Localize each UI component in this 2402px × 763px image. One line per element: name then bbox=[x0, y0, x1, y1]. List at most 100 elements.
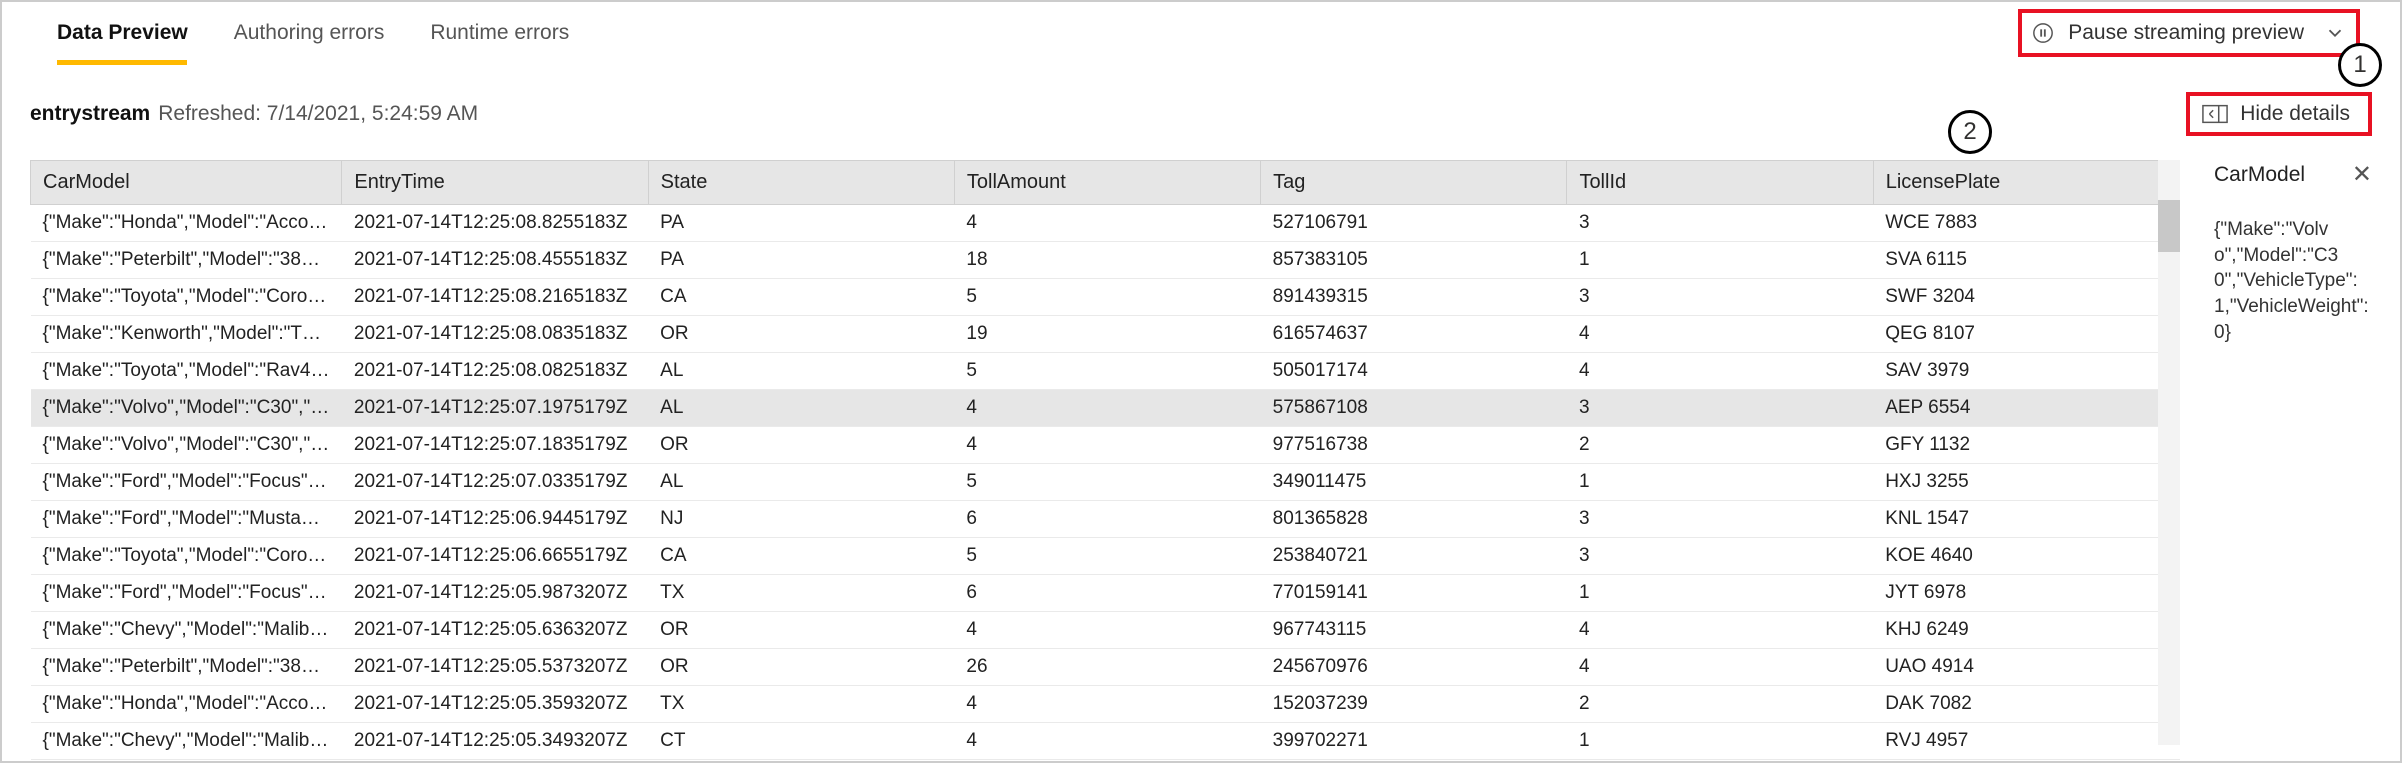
cell-tollamount[interactable]: 4 bbox=[954, 390, 1260, 427]
cell-licenseplate[interactable]: RVJ 4957 bbox=[1873, 723, 2179, 760]
cell-entrytime[interactable]: 2021-07-14T12:25:07.1835179Z bbox=[342, 427, 648, 464]
cell-tollamount[interactable]: 4 bbox=[954, 205, 1260, 242]
cell-carmodel[interactable]: {"Make":"Volvo","Model":"C30","Veh bbox=[31, 427, 342, 464]
table-row[interactable]: {"Make":"Honda","Model":"Accord",2021-07… bbox=[31, 205, 2180, 242]
cell-tag[interactable]: 253840721 bbox=[1261, 538, 1567, 575]
cell-tollid[interactable]: 1 bbox=[1567, 242, 1873, 279]
cell-entrytime[interactable]: 2021-07-14T12:25:05.3493207Z bbox=[342, 723, 648, 760]
cell-entrytime[interactable]: 2021-07-14T12:25:05.3593207Z bbox=[342, 686, 648, 723]
cell-tollamount[interactable]: 5 bbox=[954, 353, 1260, 390]
cell-entrytime[interactable]: 2021-07-14T12:25:05.5373207Z bbox=[342, 649, 648, 686]
cell-entrytime[interactable]: 2021-07-14T12:25:05.6363207Z bbox=[342, 612, 648, 649]
cell-tollamount[interactable]: 6 bbox=[954, 575, 1260, 612]
cell-tollid[interactable]: 2 bbox=[1567, 427, 1873, 464]
cell-licenseplate[interactable]: SWF 3204 bbox=[1873, 279, 2179, 316]
cell-tollamount[interactable]: 4 bbox=[954, 686, 1260, 723]
cell-tollamount[interactable]: 26 bbox=[954, 649, 1260, 686]
cell-state[interactable]: TX bbox=[648, 686, 954, 723]
cell-tag[interactable]: 527106791 bbox=[1261, 205, 1567, 242]
cell-tag[interactable]: 967743115 bbox=[1261, 612, 1567, 649]
cell-tag[interactable]: 977516738 bbox=[1261, 427, 1567, 464]
cell-tollid[interactable]: 1 bbox=[1567, 575, 1873, 612]
cell-entrytime[interactable]: 2021-07-14T12:25:08.2165183Z bbox=[342, 279, 648, 316]
cell-entrytime[interactable]: 2021-07-14T12:25:08.4555183Z bbox=[342, 242, 648, 279]
cell-tollid[interactable]: 2 bbox=[1567, 686, 1873, 723]
close-icon[interactable]: ✕ bbox=[2352, 160, 2372, 189]
tab-data-preview[interactable]: Data Preview bbox=[57, 5, 188, 61]
cell-entrytime[interactable]: 2021-07-14T12:25:08.0825183Z bbox=[342, 353, 648, 390]
cell-carmodel[interactable]: {"Make":"Toyota","Model":"Rav4","Ve bbox=[31, 353, 342, 390]
cell-licenseplate[interactable]: DAK 7082 bbox=[1873, 686, 2179, 723]
hide-details-button[interactable]: Hide details bbox=[2186, 92, 2372, 136]
cell-state[interactable]: AL bbox=[648, 464, 954, 501]
cell-tag[interactable]: 505017174 bbox=[1261, 353, 1567, 390]
pause-streaming-preview-button[interactable]: Pause streaming preview bbox=[2018, 9, 2360, 57]
cell-tollid[interactable]: 3 bbox=[1567, 501, 1873, 538]
table-row[interactable]: {"Make":"Toyota","Model":"Rav4","Ve2021-… bbox=[31, 353, 2180, 390]
table-row[interactable]: {"Make":"Chevy","Model":"Malibu",2021-07… bbox=[31, 723, 2180, 760]
table-row[interactable]: {"Make":"Ford","Model":"Focus","Vel2021-… bbox=[31, 575, 2180, 612]
cell-carmodel[interactable]: {"Make":"Toyota","Model":"Corolla", bbox=[31, 538, 342, 575]
tab-runtime-errors[interactable]: Runtime errors bbox=[430, 5, 569, 61]
cell-licenseplate[interactable]: QEG 8107 bbox=[1873, 316, 2179, 353]
cell-state[interactable]: CA bbox=[648, 538, 954, 575]
cell-state[interactable]: OR bbox=[648, 649, 954, 686]
cell-tollid[interactable]: 3 bbox=[1567, 538, 1873, 575]
cell-entrytime[interactable]: 2021-07-14T12:25:07.0335179Z bbox=[342, 464, 648, 501]
col-header-state[interactable]: State bbox=[648, 161, 954, 205]
cell-tollid[interactable]: 1 bbox=[1567, 464, 1873, 501]
table-row[interactable]: {"Make":"Toyota","Model":"Corolla",2021-… bbox=[31, 538, 2180, 575]
cell-tag[interactable]: 399702271 bbox=[1261, 723, 1567, 760]
cell-tag[interactable]: 770159141 bbox=[1261, 575, 1567, 612]
col-header-carmodel[interactable]: CarModel bbox=[31, 161, 342, 205]
cell-state[interactable]: AL bbox=[648, 353, 954, 390]
cell-state[interactable]: OR bbox=[648, 427, 954, 464]
cell-carmodel[interactable]: {"Make":"Ford","Model":"Focus","Vel bbox=[31, 464, 342, 501]
cell-tag[interactable]: 857383105 bbox=[1261, 242, 1567, 279]
table-row[interactable]: {"Make":"Honda","Model":"Accord",2021-07… bbox=[31, 686, 2180, 723]
cell-carmodel[interactable]: {"Make":"Peterbilt","Model":"389","V bbox=[31, 242, 342, 279]
cell-carmodel[interactable]: {"Make":"Peterbilt","Model":"389","V bbox=[31, 649, 342, 686]
cell-tollamount[interactable]: 5 bbox=[954, 464, 1260, 501]
cell-licenseplate[interactable]: UAO 4914 bbox=[1873, 649, 2179, 686]
cell-carmodel[interactable]: {"Make":"Chevy","Model":"Malibu", bbox=[31, 723, 342, 760]
cell-state[interactable]: CA bbox=[648, 279, 954, 316]
cell-tollamount[interactable]: 18 bbox=[954, 242, 1260, 279]
cell-state[interactable]: TX bbox=[648, 575, 954, 612]
col-header-licenseplate[interactable]: LicensePlate bbox=[1873, 161, 2179, 205]
cell-entrytime[interactable]: 2021-07-14T12:25:05.9873207Z bbox=[342, 575, 648, 612]
cell-licenseplate[interactable]: KHJ 6249 bbox=[1873, 612, 2179, 649]
cell-carmodel[interactable]: {"Make":"Honda","Model":"Accord", bbox=[31, 686, 342, 723]
cell-entrytime[interactable]: 2021-07-14T12:25:07.1975179Z bbox=[342, 390, 648, 427]
cell-tag[interactable]: 616574637 bbox=[1261, 316, 1567, 353]
cell-licenseplate[interactable]: AEP 6554 bbox=[1873, 390, 2179, 427]
cell-tag[interactable]: 349011475 bbox=[1261, 464, 1567, 501]
table-row[interactable]: {"Make":"Ford","Model":"Mustang",2021-07… bbox=[31, 501, 2180, 538]
cell-tollid[interactable]: 3 bbox=[1567, 205, 1873, 242]
cell-licenseplate[interactable]: KNL 1547 bbox=[1873, 501, 2179, 538]
cell-licenseplate[interactable]: HXJ 3255 bbox=[1873, 464, 2179, 501]
cell-state[interactable]: CT bbox=[648, 723, 954, 760]
cell-entrytime[interactable]: 2021-07-14T12:25:06.6655179Z bbox=[342, 538, 648, 575]
cell-tollid[interactable]: 4 bbox=[1567, 612, 1873, 649]
cell-tollamount[interactable]: 5 bbox=[954, 538, 1260, 575]
cell-tag[interactable]: 801365828 bbox=[1261, 501, 1567, 538]
cell-tollid[interactable]: 4 bbox=[1567, 649, 1873, 686]
cell-licenseplate[interactable]: SAV 3979 bbox=[1873, 353, 2179, 390]
cell-tag[interactable]: 245670976 bbox=[1261, 649, 1567, 686]
vertical-scrollbar[interactable] bbox=[2158, 160, 2180, 745]
cell-state[interactable]: OR bbox=[648, 316, 954, 353]
table-row[interactable]: {"Make":"Volvo","Model":"C30","Veh2021-0… bbox=[31, 390, 2180, 427]
cell-tollamount[interactable]: 4 bbox=[954, 427, 1260, 464]
table-row[interactable]: {"Make":"Peterbilt","Model":"389","V2021… bbox=[31, 649, 2180, 686]
cell-tollid[interactable]: 3 bbox=[1567, 279, 1873, 316]
table-row[interactable]: {"Make":"Ford","Model":"Focus","Vel2021-… bbox=[31, 464, 2180, 501]
cell-state[interactable]: AL bbox=[648, 390, 954, 427]
cell-entrytime[interactable]: 2021-07-14T12:25:08.8255183Z bbox=[342, 205, 648, 242]
cell-tag[interactable]: 575867108 bbox=[1261, 390, 1567, 427]
table-row[interactable]: {"Make":"Toyota","Model":"Corolla",2021-… bbox=[31, 279, 2180, 316]
cell-carmodel[interactable]: {"Make":"Ford","Model":"Mustang", bbox=[31, 501, 342, 538]
cell-carmodel[interactable]: {"Make":"Kenworth","Model":"T680" bbox=[31, 316, 342, 353]
cell-tollamount[interactable]: 5 bbox=[954, 279, 1260, 316]
table-row[interactable]: {"Make":"Peterbilt","Model":"389","V2021… bbox=[31, 242, 2180, 279]
